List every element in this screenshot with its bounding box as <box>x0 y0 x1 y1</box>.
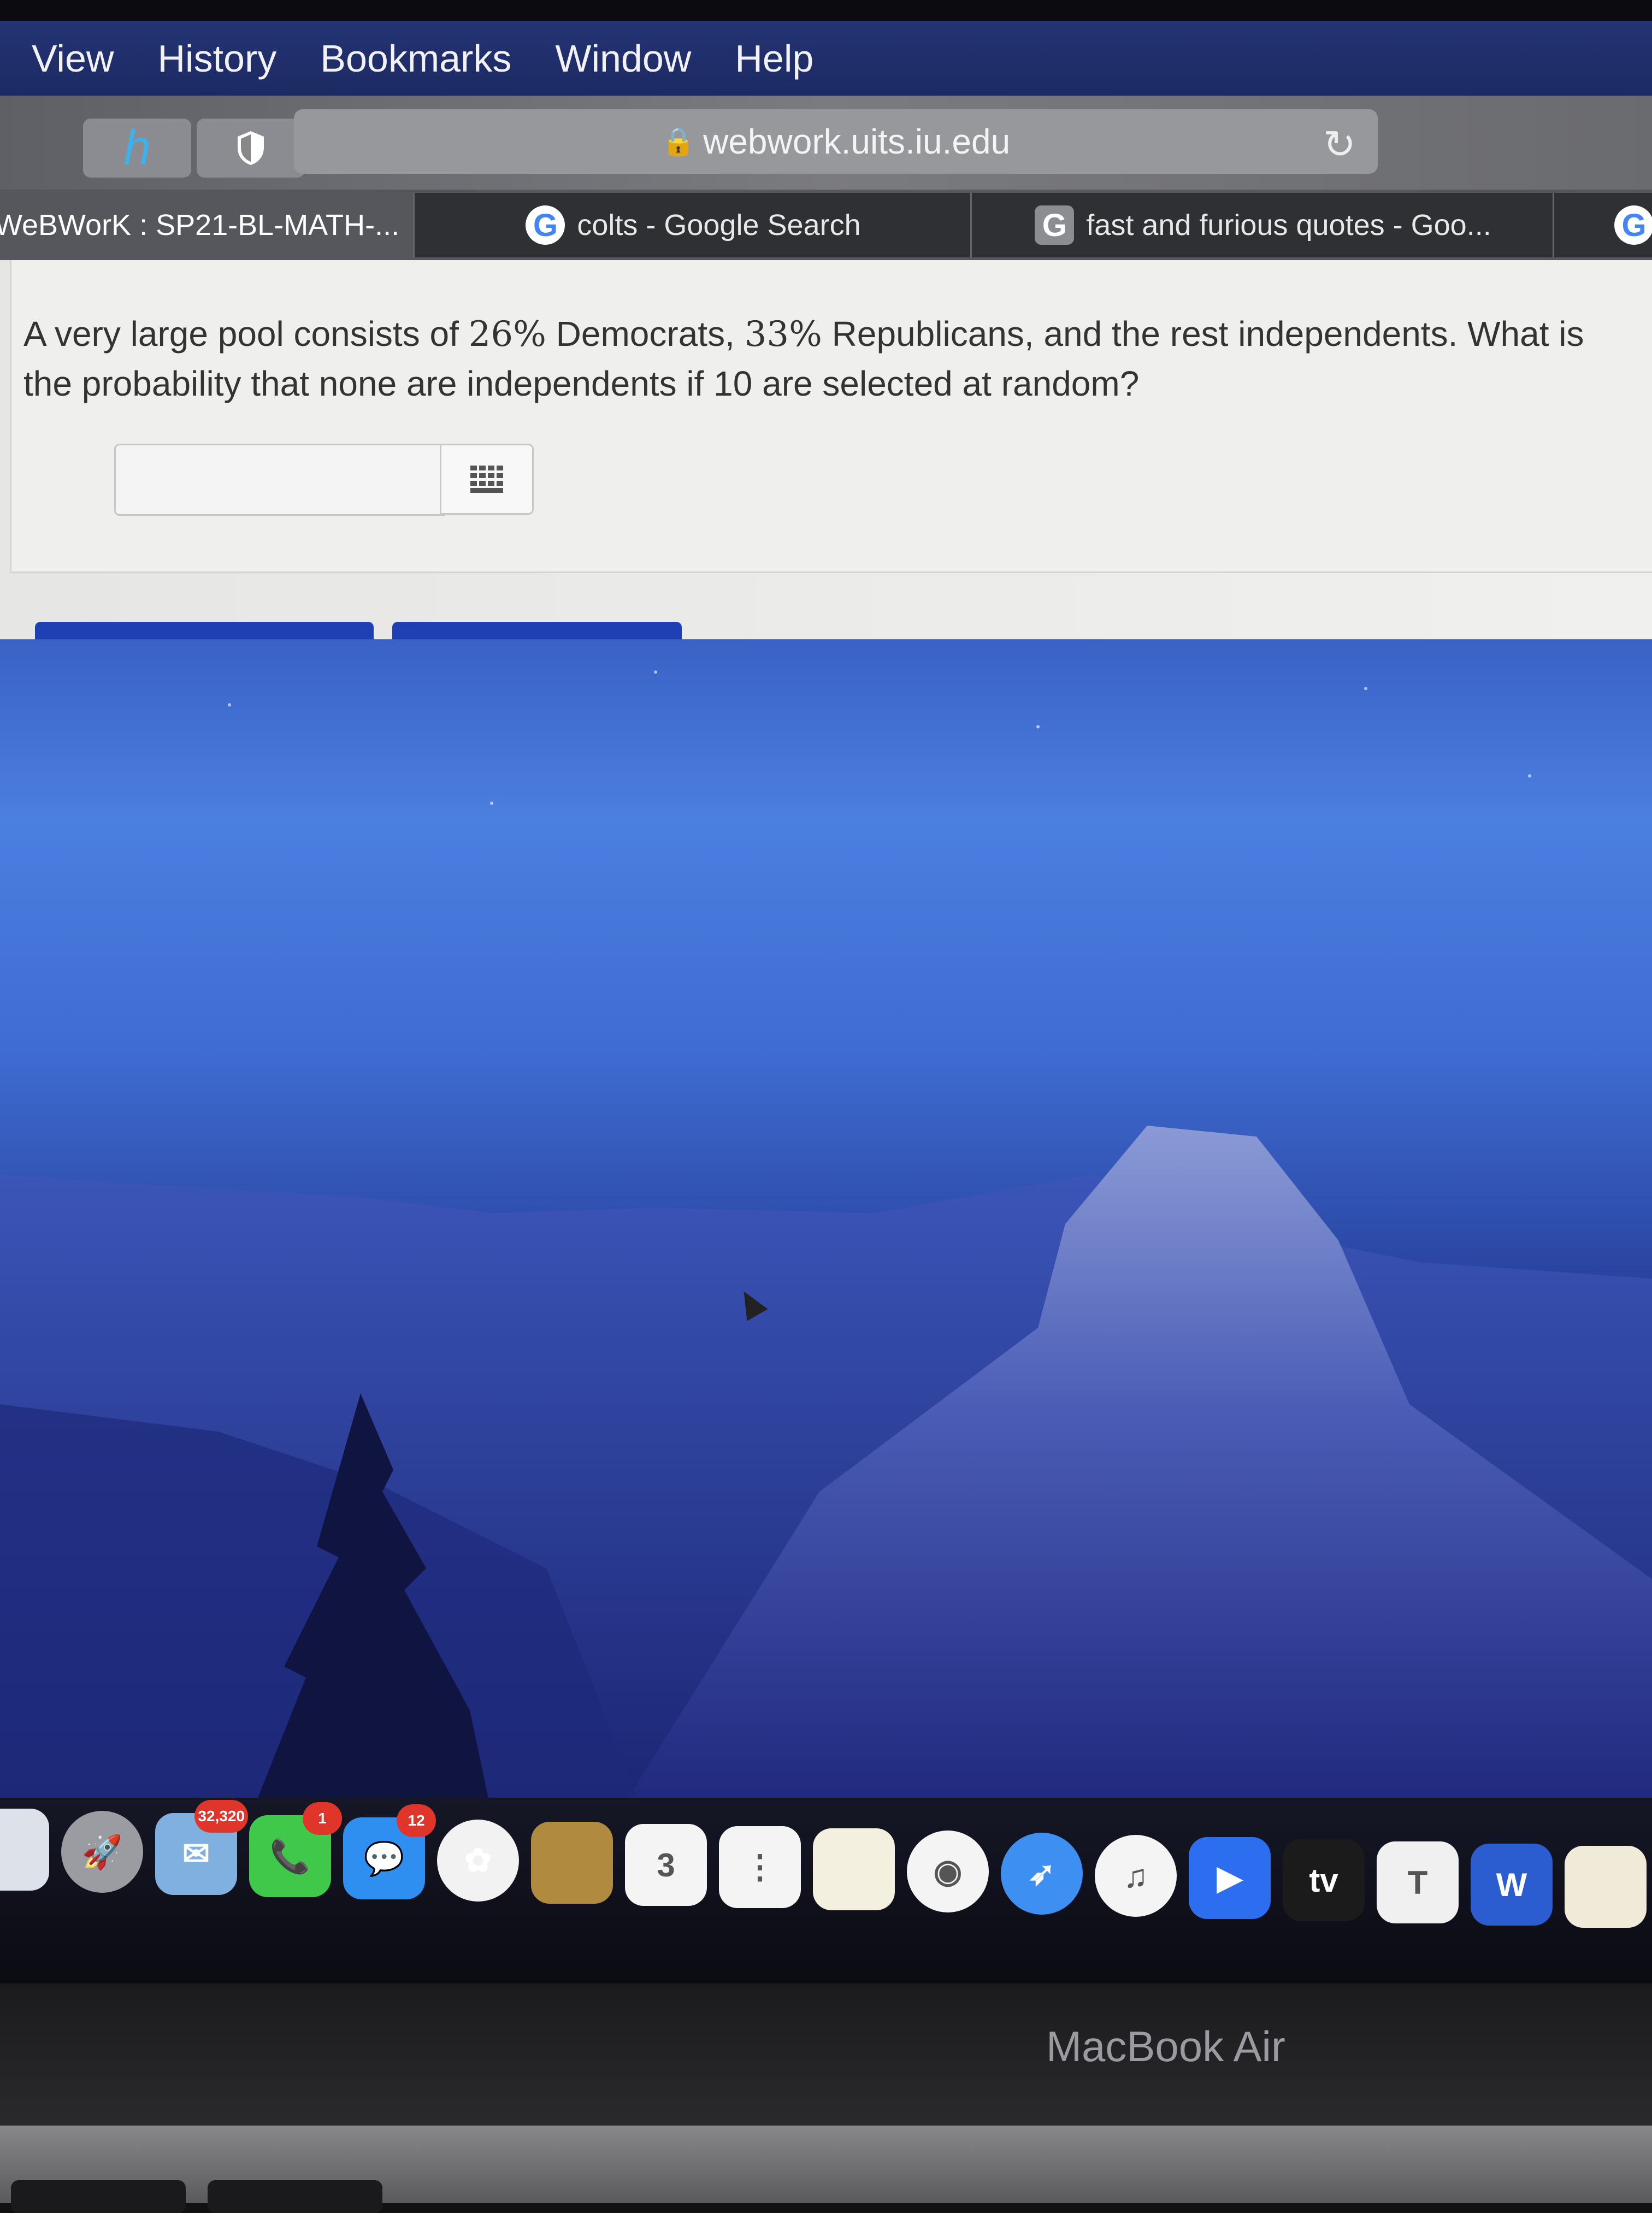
dock-notes[interactable] <box>813 1828 895 1910</box>
webwork-page: A very large pool consists of 26% Democr… <box>0 260 1652 654</box>
question-text: A very large pool consists of <box>23 314 469 354</box>
privacy-extension-button[interactable] <box>197 119 305 178</box>
dock-launchpad[interactable]: 🚀 <box>61 1811 143 1893</box>
music-icon: ♫ <box>1123 1857 1148 1894</box>
menu-window[interactable]: Window <box>555 37 691 80</box>
laptop-keyboard-deck <box>0 2126 1652 2213</box>
safari-icon: ➶ <box>1028 1855 1056 1892</box>
tab-label: WeBWorK : SP21-BL-MATH-... <box>0 209 400 242</box>
google-icon: G <box>1614 205 1652 245</box>
tab-bar: WeBWorK : SP21-BL-MATH-... G colts - Goo… <box>0 190 1652 260</box>
dock-zoom[interactable]: ▶ <box>1189 1837 1271 1919</box>
address-bar[interactable]: 🔒 webwork.uits.iu.edu ↻ <box>294 109 1378 174</box>
laptop-bezel <box>0 1984 1652 2126</box>
equation-editor-button[interactable] <box>440 444 534 515</box>
dock: 🚀 ✉ 32,320 📞 1 💬 12 ✿ 3 ⋮ ◉ ➶ ♫ ▶ tv T W <box>0 1798 1652 1984</box>
url-text: webwork.uits.iu.edu <box>703 122 1011 161</box>
problem-text: A very large pool consists of 26% Democr… <box>23 309 1635 408</box>
keyboard-key <box>11 2180 186 2213</box>
notification-badge: 1 <box>303 1802 342 1835</box>
google-icon: G <box>526 205 565 245</box>
tab-google-partial[interactable]: G <box>1553 193 1652 257</box>
reload-icon[interactable]: ↻ <box>1323 121 1356 167</box>
honey-extension-button[interactable]: h <box>83 119 191 178</box>
dock-safari[interactable]: ➶ <box>1001 1833 1083 1915</box>
menu-help[interactable]: Help <box>735 37 813 80</box>
keynote-icon: T <box>1407 1864 1428 1901</box>
dock-apple-tv[interactable]: tv <box>1283 1839 1365 1921</box>
tab-label: fast and furious quotes - Goo... <box>1086 209 1491 242</box>
reminders-icon: ⋮ <box>744 1849 776 1885</box>
dock-facetime[interactable]: 📞 1 <box>249 1802 342 1897</box>
browser-toolbar: h 🔒 webwork.uits.iu.edu ↻ <box>0 96 1652 190</box>
desktop-wallpaper <box>0 639 1652 1841</box>
chrome-icon: ◉ <box>933 1853 963 1890</box>
tab-colts-search[interactable]: G colts - Google Search <box>413 193 972 257</box>
apple-tv-icon: tv <box>1309 1862 1338 1899</box>
dock-calendar[interactable]: 3 <box>625 1824 707 1906</box>
menu-bookmarks[interactable]: Bookmarks <box>320 37 511 80</box>
word-icon: W <box>1496 1866 1527 1903</box>
answer-input[interactable] <box>114 444 445 516</box>
republican-percent: 33% <box>744 314 822 355</box>
facetime-icon: 📞 <box>269 1838 311 1875</box>
mountain-landscape <box>0 670 1652 1841</box>
notification-badge: 32,320 <box>194 1800 248 1833</box>
tab-label: colts - Google Search <box>577 209 861 242</box>
dock-chrome[interactable]: ◉ <box>907 1831 989 1912</box>
dock-word[interactable]: W <box>1471 1844 1553 1926</box>
messages-icon: 💬 <box>363 1840 405 1877</box>
keyboard-key <box>208 2180 382 2213</box>
dock-mail-preview[interactable]: ✉ 32,320 <box>155 1800 248 1895</box>
dock-finder[interactable] <box>0 1809 49 1891</box>
tab-fast-furious-quotes[interactable]: G fast and furious quotes - Goo... <box>970 193 1554 257</box>
dock-app-partial[interactable] <box>1565 1846 1647 1928</box>
menu-view[interactable]: View <box>32 37 114 80</box>
laptop-brand-label: MacBook Air <box>1046 2022 1285 2070</box>
dock-music[interactable]: ♫ <box>1095 1835 1177 1917</box>
question-text: Democrats, <box>546 314 745 354</box>
photos-icon: ✿ <box>464 1842 492 1879</box>
screen-top-edge <box>0 0 1652 22</box>
dock-photos[interactable]: ✿ <box>437 1820 519 1902</box>
launchpad-icon: 🚀 <box>81 1833 123 1870</box>
menu-history[interactable]: History <box>157 37 276 80</box>
shield-icon <box>238 131 264 165</box>
google-icon: G <box>1035 205 1075 245</box>
notification-badge: 12 <box>397 1804 436 1837</box>
lock-icon: 🔒 <box>661 126 696 157</box>
dock-contacts[interactable] <box>531 1822 613 1904</box>
calendar-icon: 3 <box>657 1846 675 1884</box>
grid-icon <box>470 466 503 493</box>
dock-reminders[interactable]: ⋮ <box>719 1826 801 1908</box>
zoom-icon: ▶ <box>1217 1859 1243 1896</box>
honey-h-icon: h <box>123 120 151 175</box>
menu-bar: View History Bookmarks Window Help <box>0 21 1652 96</box>
dock-keynote[interactable]: T <box>1377 1841 1459 1923</box>
tab-webwork[interactable]: WeBWorK : SP21-BL-MATH-... <box>0 193 413 257</box>
problem-box: A very large pool consists of 26% Democr… <box>10 260 1652 573</box>
dock-messages[interactable]: 💬 12 <box>343 1804 436 1899</box>
mail-preview-icon: ✉ <box>182 1835 210 1872</box>
democrat-percent: 26% <box>468 314 546 355</box>
